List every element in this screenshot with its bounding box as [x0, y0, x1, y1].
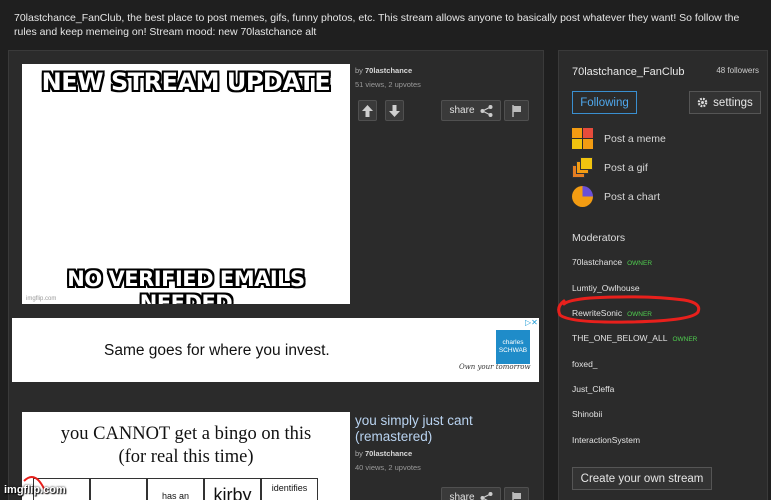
meme-icon	[572, 128, 593, 149]
ad-tagline: Own your tomorrow	[459, 363, 531, 371]
post-stats: 40 views, 2 upvotes	[355, 463, 421, 472]
gif-icon	[572, 157, 593, 178]
owner-badge: OWNER	[627, 260, 653, 267]
gear-icon	[697, 97, 708, 108]
share-icon	[480, 491, 492, 500]
flag-button[interactable]	[504, 100, 529, 121]
imgflip-watermark: imgflip.com	[4, 484, 66, 496]
moderator-item[interactable]: 70lastchance OWNER	[572, 257, 652, 267]
stream-sidebar: 70lastchance_FanClub 48 followers Follow…	[558, 50, 768, 500]
meme-bottom-text: NO VERIFIED EMAILS NEEDED	[67, 267, 305, 304]
post-chart-link[interactable]: Post a chart	[572, 186, 660, 207]
share-icon	[480, 104, 492, 117]
moderator-item[interactable]: THE_ONE_BELOW_ALL OWNER	[572, 333, 697, 343]
upvote-button[interactable]	[358, 100, 377, 121]
stream-description: 70lastchance_FanClub, the best place to …	[14, 12, 740, 38]
post-meta: you simply just cant (remastered) by 70l…	[355, 413, 505, 472]
moderator-item[interactable]: InteractionSystem	[572, 435, 645, 445]
downvote-button[interactable]	[385, 100, 404, 121]
post-list: NEW STREAM UPDATE NO VERIFIED EMAILS NEE…	[8, 50, 544, 500]
bingo-grid: has an kirby identifies	[23, 476, 318, 500]
share-button[interactable]: share	[441, 487, 501, 500]
author-link[interactable]: 70lastchance	[365, 66, 412, 75]
post-gif-link[interactable]: Post a gif	[572, 157, 648, 178]
bingo-title-line2: (for real this time)	[118, 447, 254, 467]
post-image[interactable]: you CANNOT get a bingo on this (for real…	[22, 412, 350, 500]
moderator-item[interactable]: Lumtiy_Owlhouse	[572, 283, 645, 293]
moderator-item[interactable]: RewriteSonic OWNER	[572, 308, 652, 318]
share-button[interactable]: share	[441, 100, 501, 121]
moderators-heading: Moderators	[572, 232, 626, 244]
flag-icon	[511, 491, 521, 500]
author-link[interactable]: 70lastchance	[365, 449, 412, 458]
moderator-item[interactable]: Shinobii	[572, 409, 607, 419]
arrow-up-icon	[362, 104, 373, 117]
ad-text: Same goes for where you invest.	[104, 342, 330, 359]
bingo-cell: identifies	[261, 478, 318, 500]
author-line: by 70lastchance	[355, 66, 413, 75]
post-image[interactable]: NEW STREAM UPDATE NO VERIFIED EMAILS NEE…	[22, 64, 350, 304]
author-line: by 70lastchance	[355, 449, 413, 458]
meme-top-text: NEW STREAM UPDATE	[41, 68, 331, 96]
follower-count: 48 followers	[716, 66, 759, 75]
share-label: share	[449, 492, 475, 500]
share-label: share	[449, 105, 475, 116]
bingo-cell	[90, 478, 147, 500]
post-item: you CANNOT get a bingo on this (for real…	[9, 401, 545, 500]
post-stats: 51 views, 2 upvotes	[355, 80, 421, 89]
flag-icon	[511, 104, 521, 117]
bingo-title-line1: you CANNOT get a bingo on this	[60, 424, 312, 444]
post-meme-link[interactable]: Post a meme	[572, 128, 666, 149]
flag-button[interactable]	[504, 487, 529, 500]
ad-choices-icon[interactable]: ▷✕	[525, 318, 538, 328]
owner-badge: OWNER	[672, 336, 698, 343]
stream-name[interactable]: 70lastchance_FanClub	[572, 66, 685, 78]
following-button[interactable]: Following	[572, 91, 637, 114]
post-item: NEW STREAM UPDATE NO VERIFIED EMAILS NEE…	[9, 51, 545, 316]
post-title-link[interactable]: you simply just cant (remastered)	[355, 413, 505, 445]
post-gif-label: Post a gif	[604, 161, 648, 174]
post-chart-label: Post a chart	[604, 190, 661, 203]
chart-icon	[572, 186, 593, 207]
create-stream-button[interactable]: Create your own stream	[572, 467, 712, 490]
bingo-cell: has an	[147, 478, 204, 500]
settings-button[interactable]: settings	[689, 91, 761, 114]
settings-label: settings	[713, 96, 753, 109]
image-credit: imgflip.com	[26, 296, 57, 302]
ad-logo: charles SCHWAB	[496, 330, 530, 364]
post-meme-label: Post a meme	[604, 132, 666, 145]
arrow-down-icon	[389, 104, 400, 117]
post-meta: by 70lastchance 51 views, 2 upvotes	[355, 66, 421, 89]
bingo-cell: kirby	[204, 478, 261, 500]
owner-badge: OWNER	[627, 311, 652, 318]
ad-banner[interactable]: Same goes for where you invest. charles …	[12, 318, 539, 382]
moderator-item[interactable]: Just_Cleffa	[572, 384, 619, 394]
moderator-item[interactable]: foxed_	[572, 359, 603, 369]
